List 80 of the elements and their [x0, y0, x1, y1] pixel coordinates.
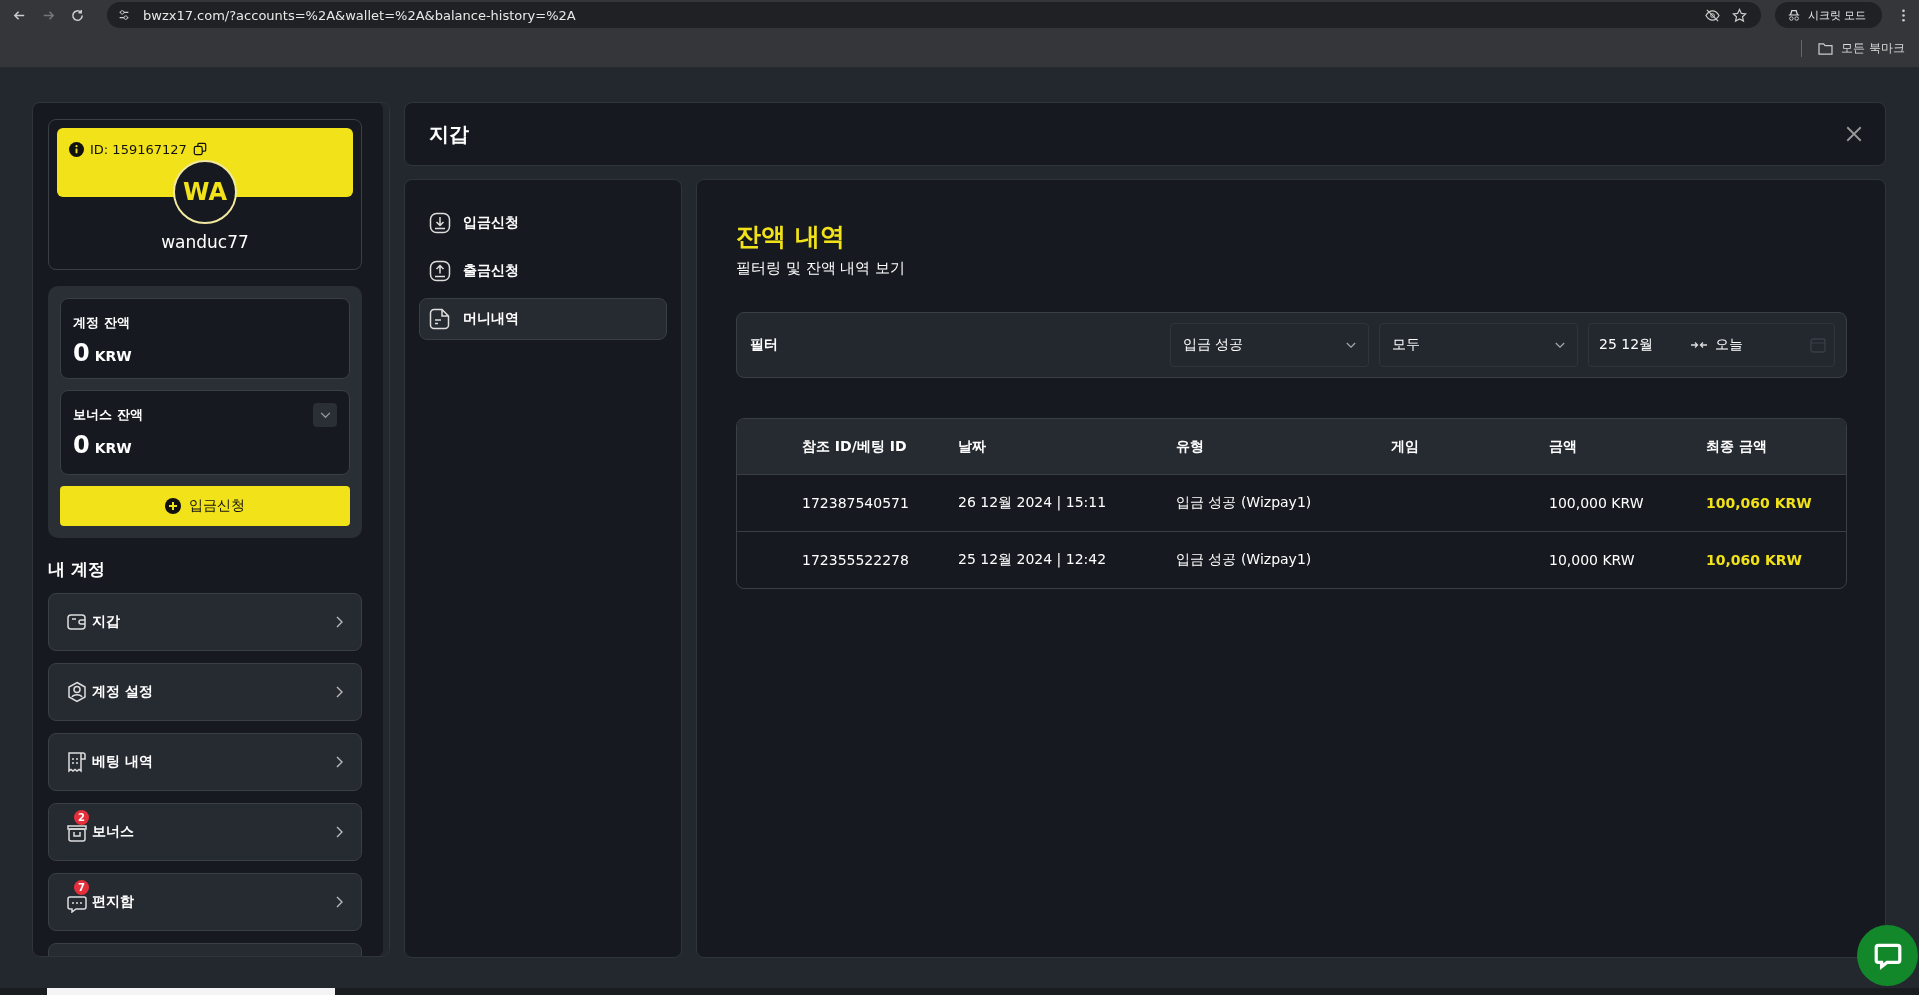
balance-amount: 0: [73, 431, 90, 459]
balance-label: 계정 잔액: [73, 314, 130, 332]
site-settings-icon[interactable]: [117, 8, 131, 22]
balance-amount: 0: [73, 339, 90, 367]
address-bar[interactable]: bwzx17.com/?accounts=%2A&wallet=%2A&balance-history=%2A: [107, 2, 1761, 28]
copy-icon[interactable]: [192, 142, 207, 156]
status-dropdown[interactable]: 입금 성공: [1170, 323, 1369, 367]
chevron-down-icon: [1555, 341, 1565, 349]
download-icon: [429, 212, 451, 234]
column-header: 금액: [1549, 437, 1578, 456]
info-icon: [69, 142, 84, 157]
column-header: 유형: [1176, 437, 1205, 456]
table-cell-text: 입금 성공 (Wizpay1): [1176, 494, 1313, 512]
content-subtitle: 필터링 및 잔액 내역 보기: [736, 259, 907, 278]
avatar-circle: WA: [173, 160, 237, 224]
menu-item-label: 계정 설정: [92, 683, 154, 701]
incognito-button[interactable]: 시크릿 모드: [1774, 2, 1882, 28]
panel-title: 지갑: [429, 120, 469, 148]
menu-item-label: 지갑: [92, 613, 121, 631]
chevron-right-icon: [336, 826, 344, 838]
currency-label: KRW: [94, 440, 132, 456]
table-cell-text: 25 12월 2024 | 12:42: [958, 551, 1108, 569]
reload-icon[interactable]: [70, 7, 85, 23]
content-title: 잔액 내역: [736, 221, 846, 253]
menu-item[interactable]: 지갑: [48, 593, 362, 651]
menu-item[interactable]: 베팅 내역: [48, 733, 362, 791]
chevron-right-icon: [336, 756, 344, 768]
nav-tab[interactable]: 입금신청: [419, 202, 667, 244]
menu-item[interactable]: 2 보너스: [48, 803, 362, 861]
menu-item-label: 편지함: [92, 893, 135, 911]
chevron-right-icon: [336, 896, 344, 908]
close-icon[interactable]: [1845, 125, 1863, 143]
bookmarks-folder[interactable]: 모든 북마크: [1801, 40, 1905, 57]
notification-badge: 2: [74, 810, 89, 825]
column-header: 날짜: [958, 437, 987, 456]
table-cell-text: 10,000 KRW: [1549, 552, 1636, 568]
balance-label: 보너스 잔액: [73, 406, 143, 424]
chat-button[interactable]: [1857, 925, 1918, 986]
document-icon: [429, 308, 451, 330]
table-cell-text: 26 12월 2024 | 15:11: [958, 494, 1108, 512]
date-range-field[interactable]: 25 12월 오늘: [1588, 323, 1835, 367]
table-cell-text: 100,060 KRW: [1706, 495, 1813, 511]
incognito-icon: [1786, 8, 1801, 22]
user-icon: [66, 681, 88, 703]
menu-item-label: 보너스: [92, 823, 135, 841]
username: wanduc77: [161, 232, 249, 252]
folder-icon: [1818, 42, 1834, 55]
deposit-button[interactable]: 입금신청: [60, 486, 350, 526]
user-id: ID: 159167127: [90, 142, 187, 157]
table-cell-text: 100,000 KRW: [1549, 495, 1645, 511]
table-cell-text: 입금 성공 (Wizpay1): [1176, 551, 1313, 569]
column-header: 참조 ID/베팅 ID: [802, 437, 908, 456]
arrows-icon: [1691, 341, 1707, 349]
filter-label: 필터: [750, 336, 779, 354]
menu-item-label: 베팅 내역: [92, 753, 154, 771]
table-cell-text: 10,060 KRW: [1706, 552, 1803, 568]
upload-icon: [429, 260, 451, 282]
column-header: 게임: [1391, 437, 1420, 456]
plus-icon: [165, 498, 181, 514]
column-header: 최종 금액: [1706, 437, 1768, 456]
chevron-down-icon: [319, 411, 331, 419]
chevron-right-icon: [336, 686, 344, 698]
url-text: bwzx17.com/?accounts=%2A&wallet=%2A&balance-history=%2A: [143, 7, 576, 23]
notification-badge: 7: [74, 880, 89, 895]
wallet-icon: [66, 611, 88, 633]
nav-tab[interactable]: 머니내역: [419, 298, 667, 340]
type-dropdown[interactable]: 모두: [1379, 323, 1578, 367]
eye-off-icon[interactable]: [1704, 7, 1720, 23]
expand-button[interactable]: [313, 403, 337, 427]
nav-tab[interactable]: 출금신청: [419, 250, 667, 292]
table-cell-text: 172355522278: [802, 552, 910, 568]
table-cell-text: 172387540571: [802, 495, 910, 511]
chevron-down-icon: [1346, 341, 1356, 349]
currency-label: KRW: [94, 348, 132, 364]
menu-item[interactable]: 7 편지함: [48, 873, 362, 931]
star-icon[interactable]: [1731, 7, 1747, 23]
chevron-right-icon: [336, 616, 344, 628]
receipt-icon: [66, 751, 88, 773]
section-heading: 내 계정: [48, 558, 106, 581]
menu-item[interactable]: 계정 설정: [48, 663, 362, 721]
